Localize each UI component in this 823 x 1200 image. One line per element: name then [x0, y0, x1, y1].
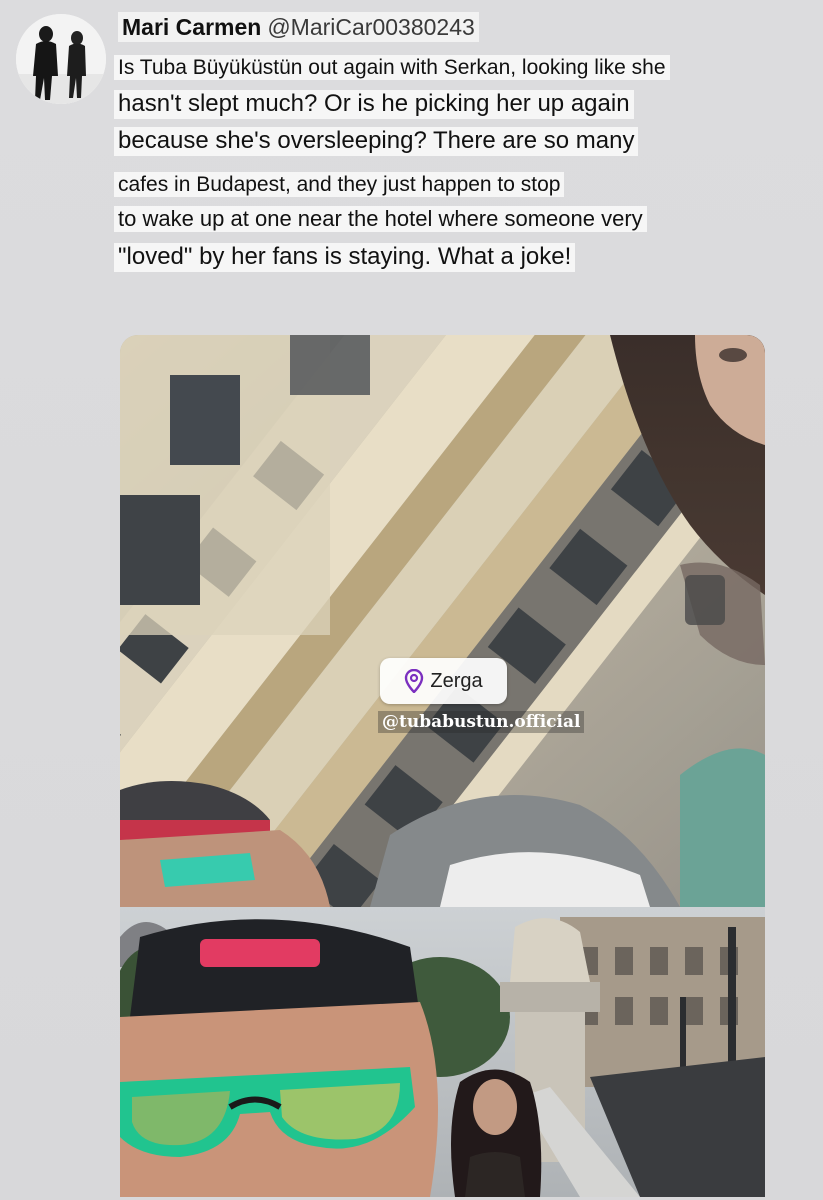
- mention-tag[interactable]: @tubabustun.official: [378, 711, 585, 733]
- avatar[interactable]: [16, 14, 106, 104]
- building-photo: [120, 335, 765, 907]
- tweet-screenshot: Mari Carmen @MariCar00380243 Is Tuba Büy…: [0, 0, 823, 1200]
- media-photo-top[interactable]: Zerga @tubabustun.official: [120, 335, 765, 907]
- media-photo-bottom[interactable]: [120, 907, 765, 1197]
- tweet-text-line: Is Tuba Büyüküstün out again with Serkan…: [114, 55, 670, 81]
- tweet-text-line: because she's oversleeping? There are so…: [114, 127, 639, 156]
- author-name[interactable]: Mari Carmen: [122, 14, 261, 41]
- avatar-photo: [16, 14, 106, 104]
- location-pin-icon: [405, 669, 424, 693]
- tweet-text-line: cafes in Budapest, and they just happen …: [114, 172, 565, 198]
- tweet-text-line: "loved" by her fans is staying. What a j…: [114, 243, 576, 272]
- tweet-text-line: to wake up at one near the hotel where s…: [114, 206, 647, 233]
- location-sticker[interactable]: Zerga: [380, 658, 507, 704]
- tweet-media[interactable]: Zerga @tubabustun.official: [120, 335, 765, 1197]
- tweet-text-line: hasn't slept much? Or is he picking her …: [114, 90, 634, 119]
- tweet-header: Mari Carmen @MariCar00380243: [118, 12, 479, 42]
- location-name: Zerga: [430, 669, 483, 692]
- selfie-photo: [120, 907, 765, 1197]
- author-handle[interactable]: @MariCar00380243: [267, 14, 474, 41]
